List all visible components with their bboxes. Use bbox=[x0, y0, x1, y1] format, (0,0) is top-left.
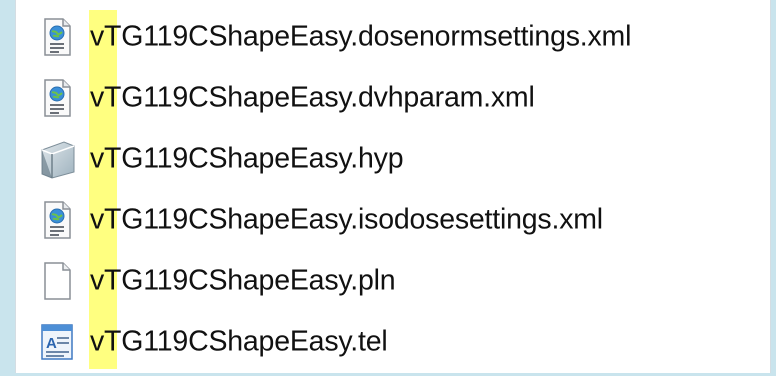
file-row-dvhparam[interactable]: vTG119CShapeEasy.dvhparam.xml bbox=[16, 67, 770, 128]
file-name: vTG119CShapeEasy.isodosesettings.xml bbox=[90, 203, 603, 235]
file-name: vTG119CShapeEasy.hyp bbox=[90, 142, 404, 174]
file-row-isodosesettings[interactable]: vTG119CShapeEasy.isodosesettings.xml bbox=[16, 189, 770, 250]
hyp-document-icon bbox=[41, 140, 75, 179]
file-row-tel[interactable]: A vTG119CShapeEasy.tel bbox=[16, 311, 770, 372]
file-name: vTG119CShapeEasy.tel bbox=[90, 325, 388, 357]
text-document-icon: A bbox=[41, 323, 73, 360]
file-list-panel: vTG119CShapeEasy.dosenormsettings.xml vT… bbox=[15, 0, 771, 373]
file-list: vTG119CShapeEasy.dosenormsettings.xml vT… bbox=[16, 6, 770, 372]
xml-document-icon bbox=[44, 200, 71, 239]
file-row-pln[interactable]: vTG119CShapeEasy.pln bbox=[16, 250, 770, 311]
blank-document-icon bbox=[44, 261, 71, 300]
file-name: vTG119CShapeEasy.pln bbox=[90, 264, 396, 296]
file-name: vTG119CShapeEasy.dvhparam.xml bbox=[90, 81, 535, 113]
file-row-dosenormsettings[interactable]: vTG119CShapeEasy.dosenormsettings.xml bbox=[16, 6, 770, 67]
file-row-hyp[interactable]: vTG119CShapeEasy.hyp bbox=[16, 128, 770, 189]
svg-text:A: A bbox=[46, 335, 57, 352]
xml-document-icon bbox=[44, 17, 71, 56]
xml-document-icon bbox=[44, 78, 71, 117]
file-name: vTG119CShapeEasy.dosenormsettings.xml bbox=[90, 20, 632, 52]
